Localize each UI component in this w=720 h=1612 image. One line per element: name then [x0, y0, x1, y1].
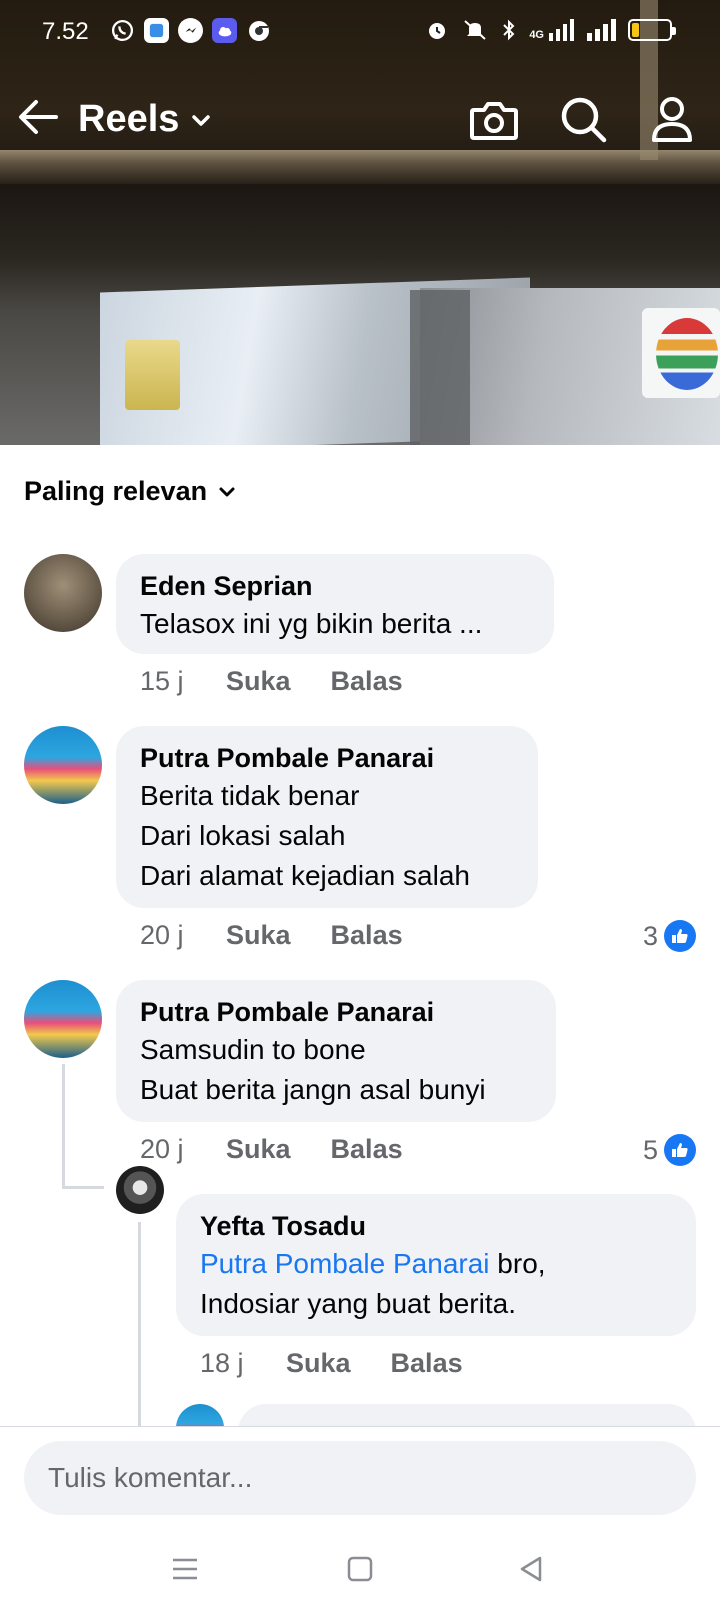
- signal-icon: [587, 19, 616, 41]
- comment-text: Buat berita jangn asal bunyi: [140, 1074, 486, 1105]
- thread-connector: [62, 1186, 104, 1189]
- comment-input[interactable]: [48, 1462, 672, 1494]
- video-door: [410, 290, 470, 445]
- signal-4g-icon: 4G: [529, 19, 574, 41]
- reaction-count[interactable]: 5: [643, 1134, 696, 1166]
- mention-link[interactable]: Putra Pombale Panarai: [200, 1248, 490, 1279]
- reels-title-dropdown[interactable]: Reels: [78, 98, 213, 141]
- reply-button[interactable]: Balas: [331, 666, 403, 697]
- comment-input-wrapper[interactable]: [24, 1441, 696, 1515]
- comment-meta: 20 j Suka Balas: [140, 920, 443, 951]
- comment-text: Samsudin to bone: [140, 1034, 366, 1065]
- system-status-icons: 4G: [425, 18, 676, 42]
- square-icon: [347, 1556, 373, 1582]
- video-yellow-object: [125, 340, 180, 410]
- comment-text: Berita tidak benar: [140, 780, 360, 811]
- comment-author[interactable]: Eden Seprian: [140, 568, 532, 604]
- thread-line: [138, 1222, 141, 1426]
- comment-text: Putra Pombale Panarai bro,: [200, 1244, 674, 1284]
- whatsapp-icon: [110, 18, 135, 43]
- like-reaction-icon: [664, 1134, 696, 1166]
- comment-text: Indosiar yang buat berita.: [200, 1288, 516, 1319]
- reaction-number: 5: [642, 1134, 658, 1165]
- comment-text: Dari alamat kejadian salah: [140, 860, 470, 891]
- avatar[interactable]: [116, 1166, 164, 1214]
- reply-button[interactable]: Balas: [331, 1134, 403, 1165]
- messenger-icon: [178, 18, 203, 43]
- back-nav-button[interactable]: [514, 1552, 548, 1586]
- battery-level: [632, 23, 639, 37]
- reply-button[interactable]: Balas: [391, 1348, 463, 1379]
- reply-button[interactable]: Balas: [331, 920, 403, 951]
- system-nav-bar: [0, 1526, 720, 1612]
- comment-author[interactable]: Putra Pombale Panarai: [140, 740, 516, 776]
- status-bar: 7.52 4G: [0, 0, 720, 66]
- search-button[interactable]: [558, 94, 610, 146]
- alarm-icon: [429, 23, 446, 39]
- comment-text-rest: bro,: [489, 1248, 546, 1279]
- like-button[interactable]: Suka: [226, 920, 291, 951]
- comment-meta: 20 j Suka Balas: [140, 1134, 443, 1165]
- comment-bubble[interactable]: Eden Seprian Telasox ini yg bikin berita…: [116, 554, 554, 654]
- person-icon: [652, 97, 692, 142]
- thread-line: [62, 1064, 65, 1186]
- mute-icon: [464, 20, 486, 40]
- indosiar-logo: [656, 318, 718, 390]
- comment-author[interactable]: Putra Pombale Panarai: [140, 994, 534, 1030]
- sort-dropdown[interactable]: Paling relevan: [24, 476, 237, 507]
- reply-bubble[interactable]: Yefta Tosadu Putra Pombale Panarai bro, …: [176, 1194, 696, 1336]
- comment-time: 18 j: [200, 1348, 244, 1378]
- like-reaction-icon: [664, 920, 696, 952]
- recents-button[interactable]: [168, 1552, 202, 1586]
- battery-icon: [628, 19, 676, 41]
- comment-text: Dari lokasi salah: [140, 820, 346, 851]
- menu-icon: [173, 1558, 197, 1580]
- comment-bubble[interactable]: Putra Pombale Panarai Berita tidak benar…: [116, 726, 538, 908]
- avatar[interactable]: [24, 554, 102, 632]
- comment-time: 15 j: [140, 666, 184, 696]
- comment-composer: [0, 1426, 720, 1526]
- reaction-number: 3: [642, 920, 658, 951]
- avatar[interactable]: [24, 980, 102, 1058]
- notification-icons: [110, 18, 271, 43]
- arrow-left-icon: [19, 100, 58, 134]
- chevron-down-icon: [219, 487, 235, 496]
- sort-label: Paling relevan: [24, 476, 208, 506]
- reaction-count[interactable]: 3: [643, 920, 696, 952]
- comment-time: 20 j: [140, 920, 184, 950]
- profile-button[interactable]: [646, 94, 698, 146]
- comment-bubble[interactable]: Putra Pombale Panarai Samsudin to bone B…: [116, 980, 556, 1122]
- search-icon: [561, 97, 607, 143]
- camera-icon: [470, 102, 518, 140]
- app-icon-cloud: [212, 18, 237, 43]
- reel-video[interactable]: 7.52 4G Reels: [0, 0, 720, 445]
- camera-button[interactable]: [468, 94, 520, 146]
- app-icon-blue: [144, 18, 169, 43]
- back-button[interactable]: [16, 94, 62, 140]
- like-button[interactable]: Suka: [286, 1348, 351, 1379]
- video-ceiling-band: [0, 150, 720, 184]
- triangle-back-icon: [520, 1556, 542, 1582]
- comment-meta: 18 j Suka Balas: [200, 1348, 503, 1379]
- like-button[interactable]: Suka: [226, 1134, 291, 1165]
- comment-time: 20 j: [140, 1134, 184, 1164]
- status-time: 7.52: [42, 18, 89, 45]
- chrome-icon: [246, 18, 271, 43]
- comment-author[interactable]: Yefta Tosadu: [200, 1208, 674, 1244]
- like-button[interactable]: Suka: [226, 666, 291, 697]
- page-title: Reels: [78, 98, 180, 140]
- chevron-down-icon: [192, 114, 211, 126]
- avatar[interactable]: [24, 726, 102, 804]
- home-button[interactable]: [343, 1552, 377, 1586]
- comment-meta: 15 j Suka Balas: [140, 666, 443, 697]
- comment-text: Telasox ini yg bikin berita ...: [140, 608, 483, 639]
- reels-header: Reels: [0, 90, 720, 150]
- bluetooth-icon: [503, 19, 515, 41]
